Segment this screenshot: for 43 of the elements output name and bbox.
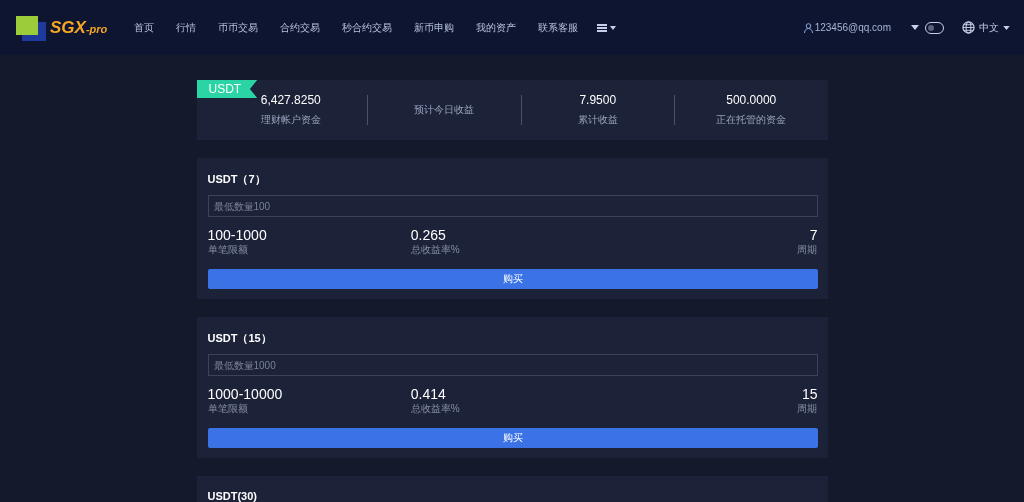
- nav-link[interactable]: 新币申购: [403, 20, 466, 35]
- period-label: 周期: [797, 243, 818, 257]
- amount-input[interactable]: 最低数量100: [207, 195, 818, 217]
- user-account-link[interactable]: 123456@qq.com: [803, 22, 891, 33]
- rate-label: 总收益率%: [410, 243, 461, 257]
- summary-label: 正在托管的资金: [716, 113, 787, 127]
- caret-icon: [1003, 25, 1010, 30]
- limit-value: 100-1000: [207, 227, 268, 243]
- nav-link[interactable]: 联系客服: [527, 20, 590, 35]
- limit-label: 单笔限额: [207, 243, 249, 257]
- product-title: USDT（15）: [207, 331, 273, 346]
- nav-link[interactable]: 币币交易: [207, 20, 270, 35]
- nav-link[interactable]: 秒合约交易: [331, 20, 404, 35]
- limit-label: 单笔限额: [207, 402, 249, 416]
- product-title: USDT(30): [207, 490, 258, 502]
- product-title: USDT（7）: [207, 172, 267, 187]
- user-icon: [803, 22, 813, 33]
- nav-link[interactable]: 我的资产: [465, 20, 528, 35]
- summary-label: 累计收益: [577, 113, 618, 127]
- rate-label: 总收益率%: [410, 402, 461, 416]
- amount-input[interactable]: 最低数量1000: [207, 354, 818, 376]
- brand-name: SGX-pro: [50, 17, 108, 38]
- limit-value: 1000-10000: [207, 386, 284, 402]
- nav-link[interactable]: 首页: [123, 20, 166, 35]
- rate-value: 0.265: [410, 227, 447, 243]
- language-selector[interactable]: 中文: [962, 20, 1010, 35]
- rate-value: 0.414: [410, 386, 447, 402]
- globe-icon: [962, 21, 975, 34]
- period-value: 15: [801, 386, 818, 402]
- nav-link[interactable]: 合约交易: [269, 20, 332, 35]
- period-label: 周期: [797, 402, 818, 416]
- summary-label: 理财帐户资金: [260, 113, 321, 127]
- summary-value: 500.0000: [726, 93, 777, 107]
- summary-value: 7.9500: [579, 93, 617, 107]
- caret-icon[interactable]: [911, 25, 919, 30]
- buy-button[interactable]: 购买: [207, 428, 818, 448]
- logo-icon: [14, 13, 48, 42]
- currency-tag: USDT: [196, 80, 258, 98]
- period-value: 7: [809, 227, 818, 243]
- summary-label: 预计今日收益: [414, 103, 475, 117]
- summary-value: 6,427.8250: [260, 93, 321, 107]
- nav-link[interactable]: 行情: [165, 20, 208, 35]
- buy-button[interactable]: 购买: [207, 269, 818, 289]
